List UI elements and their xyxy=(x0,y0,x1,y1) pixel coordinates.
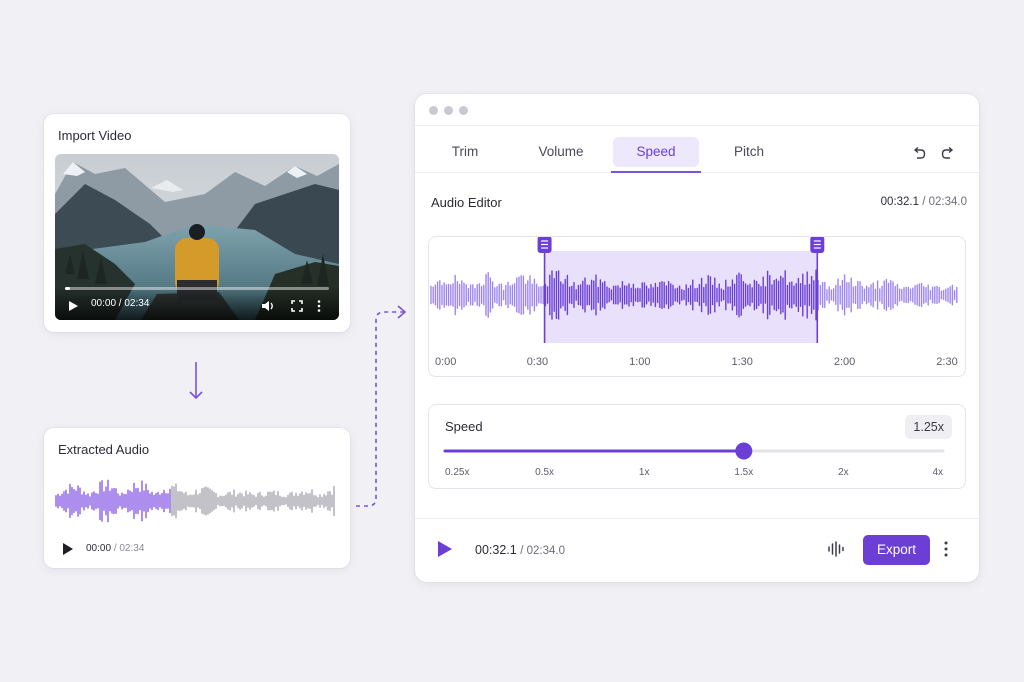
editor-time: 00:32.1 / 02:34.0 xyxy=(881,196,967,208)
window-dot[interactable] xyxy=(444,106,453,115)
timeline-tick-label: 2:00 xyxy=(834,356,855,368)
mini-waveform-bars xyxy=(55,479,335,523)
video-fullscreen-button[interactable] xyxy=(291,300,303,312)
video-more-button[interactable] xyxy=(317,300,321,312)
speed-slider-thumb[interactable] xyxy=(735,442,753,460)
editor-time-total: / 02:34.0 xyxy=(922,196,967,208)
tab-pitch[interactable]: Pitch xyxy=(721,137,777,173)
footer-divider xyxy=(415,518,979,519)
play-icon xyxy=(69,301,78,311)
play-icon xyxy=(63,543,73,555)
waveform-icon xyxy=(828,541,844,557)
editor-time-current: 00:32.1 xyxy=(880,196,920,208)
timeline-tick-label: 1:30 xyxy=(731,356,752,368)
handle-icon[interactable] xyxy=(810,237,825,253)
video-play-button[interactable] xyxy=(67,300,79,312)
audio-time: 00:00 / 02:34 xyxy=(86,543,144,554)
volume-icon xyxy=(262,301,273,311)
more-options-button[interactable] xyxy=(943,541,949,562)
speed-tick-label: 0.25x xyxy=(445,467,469,478)
speed-tick-label: 1x xyxy=(639,467,650,478)
arrow-right-icon xyxy=(356,305,407,507)
tab-trim-label: Trim xyxy=(451,144,479,159)
more-vertical-icon xyxy=(317,300,321,312)
fullscreen-icon xyxy=(291,300,303,312)
import-video-title: Import Video xyxy=(58,128,132,143)
tab-volume-label: Volume xyxy=(538,144,584,159)
waveform-panel[interactable]: 0:00 0:30 1:00 1:30 2:00 2:30 xyxy=(428,236,966,377)
waveform-button[interactable] xyxy=(827,541,845,562)
timeline-tick-label: 1:00 xyxy=(629,356,650,368)
footer-time-total: / 02:34.0 xyxy=(520,545,565,557)
audio-editor-title: Audio Editor xyxy=(431,195,502,210)
handle-icon[interactable] xyxy=(537,237,552,253)
video-progress-bar[interactable] xyxy=(65,287,329,290)
footer-time: 00:32.1 / 02:34.0 xyxy=(475,543,565,557)
editor-play-button[interactable] xyxy=(437,540,453,563)
speed-tick-label: 4x xyxy=(932,467,943,478)
undo-icon xyxy=(913,146,926,159)
audio-play-button[interactable] xyxy=(62,542,74,560)
export-button[interactable]: Export xyxy=(863,535,930,565)
play-icon xyxy=(438,541,452,557)
timeline-tick-label: 0:00 xyxy=(435,356,456,368)
speed-slider[interactable]: 0.25x 0.5x 1x 1.5x 2x 4x xyxy=(429,405,967,490)
window-titlebar xyxy=(415,94,979,126)
footer-time-current: 00:32.1 xyxy=(475,543,517,557)
speed-tick-label: 0.5x xyxy=(535,467,554,478)
window-dot[interactable] xyxy=(429,106,438,115)
redo-icon xyxy=(941,146,954,159)
editor-tabs: Trim Volume Speed Pitch xyxy=(415,127,979,173)
more-vertical-icon xyxy=(944,541,948,557)
window-dot[interactable] xyxy=(459,106,468,115)
arrow-down-icon xyxy=(189,362,203,400)
video-player[interactable]: 00:00 / 02:34 xyxy=(55,154,339,320)
audio-time-current: 00:00 xyxy=(86,543,112,554)
extracted-audio-waveform xyxy=(55,479,335,523)
audio-editor-window: Trim Volume Speed Pitch Audio Editor 00:… xyxy=(415,94,979,582)
tab-pitch-label: Pitch xyxy=(733,144,764,159)
redo-button[interactable] xyxy=(941,146,955,165)
audio-time-total: / 02:34 xyxy=(113,543,145,554)
timeline-tick-label: 2:30 xyxy=(936,356,957,368)
import-video-card: Import Video 00:00 / 02:34 xyxy=(44,114,350,332)
undo-button[interactable] xyxy=(912,146,926,165)
tab-speed-label: Speed xyxy=(636,144,676,159)
tab-speed[interactable]: Speed xyxy=(611,137,701,173)
speed-tick-label: 1.5x xyxy=(734,467,753,478)
timeline-tick-label: 0:30 xyxy=(527,356,548,368)
tab-trim[interactable]: Trim xyxy=(435,137,495,173)
video-volume-button[interactable] xyxy=(261,300,275,312)
video-time: 00:00 / 02:34 xyxy=(91,298,150,309)
audio-waveform[interactable]: 0:00 0:30 1:00 1:30 2:00 2:30 xyxy=(429,237,967,378)
speed-tick-label: 2x xyxy=(838,467,849,478)
extracted-audio-card: Extracted Audio 00:00 / 02:34 xyxy=(44,428,350,568)
tab-volume[interactable]: Volume xyxy=(527,137,595,173)
extracted-audio-title: Extracted Audio xyxy=(58,442,150,457)
speed-panel: Speed 1.25x 0.25x 0.5x 1x 1.5x 2x 4x xyxy=(428,404,966,489)
